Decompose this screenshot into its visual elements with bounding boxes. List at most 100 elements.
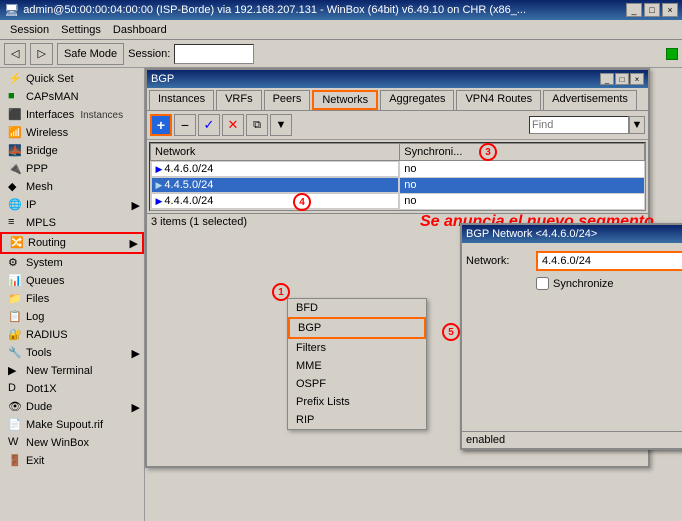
log-icon: 📋	[8, 310, 22, 324]
content-area: BGP _ □ × Instances VRFs Peers Networks …	[145, 68, 682, 521]
tab-vrfs[interactable]: VRFs	[216, 90, 262, 110]
sidebar-item-capsman[interactable]: ■ CAPsMAN	[0, 88, 144, 106]
close-button[interactable]: ×	[662, 3, 678, 17]
dialog-status: enabled	[462, 431, 682, 448]
remove-network-button[interactable]: −	[174, 114, 196, 136]
sidebar-item-ip[interactable]: 🌐 IP ▶	[0, 196, 144, 214]
dialog-body: Network: Synchronize OK Cancel Apply Dis…	[462, 243, 682, 431]
session-label: Session:	[128, 48, 170, 60]
sidebar-item-make-supout[interactable]: 📄 Make Supout.rif	[0, 416, 144, 434]
apply-button[interactable]: ✓	[198, 114, 220, 136]
sidebar-item-bridge[interactable]: 🌉 Bridge	[0, 142, 144, 160]
cancel-button[interactable]: ✕	[222, 114, 244, 136]
table-row[interactable]: ▶4.4.5.0/24 no	[151, 177, 645, 193]
main-layout: ⚡ Quick Set ■ CAPsMAN ⬛ Interfaces Insta…	[0, 68, 682, 521]
find-input[interactable]	[529, 116, 629, 134]
exit-icon: 🚪	[8, 454, 22, 468]
sidebar-item-log[interactable]: 📋 Log	[0, 308, 144, 326]
submenu-filters[interactable]: Filters	[288, 339, 426, 357]
bgp-window-controls: _ □ ×	[600, 73, 644, 85]
annotation-4: 4	[293, 193, 311, 211]
window-title: admin@50:00:00:04:00:00 (ISP-Borde) via …	[23, 4, 526, 16]
synchronize-checkbox[interactable]	[536, 277, 549, 290]
tab-vpn4-routes[interactable]: VPN4 Routes	[456, 90, 541, 110]
annotation-3: 3	[479, 143, 497, 161]
sidebar-item-queues[interactable]: 📊 Queues	[0, 272, 144, 290]
sidebar-item-dot1x[interactable]: D Dot1X	[0, 380, 144, 398]
terminal-icon: ▶	[8, 364, 22, 378]
sidebar-item-interfaces[interactable]: ⬛ Interfaces Instances	[0, 106, 144, 124]
menu-dashboard[interactable]: Dashboard	[107, 22, 173, 38]
bridge-icon: 🌉	[8, 144, 22, 158]
copy-button[interactable]: ⧉	[246, 114, 268, 136]
table-row[interactable]: ▶4.4.6.0/24 no	[151, 161, 645, 178]
filter-button[interactable]: ▼	[270, 114, 292, 136]
sidebar-item-tools[interactable]: 🔧 Tools ▶	[0, 344, 144, 362]
bgp-maximize[interactable]: □	[615, 73, 629, 85]
network-cell: ▶4.4.6.0/24	[151, 161, 400, 177]
bgp-table: Network Synchroni... ▶4.4.6.0/24 no ▶4.4…	[150, 143, 645, 210]
sidebar-item-quick-set[interactable]: ⚡ Quick Set	[0, 70, 144, 88]
supout-icon: 📄	[8, 418, 22, 432]
tab-advertisements[interactable]: Advertisements	[543, 90, 637, 110]
tab-aggregates[interactable]: Aggregates	[380, 90, 454, 110]
sidebar-item-new-winbox[interactable]: W New WinBox	[0, 434, 144, 452]
routing-arrow: ▶	[130, 237, 138, 250]
sidebar-item-routing[interactable]: 🔀 Routing ▶	[0, 232, 144, 254]
network-label: Network:	[466, 255, 536, 267]
col-sync[interactable]: Synchroni...	[400, 144, 645, 161]
table-row[interactable]: ▶4.4.4.0/24 no	[151, 193, 645, 209]
session-input[interactable]	[174, 44, 254, 64]
interfaces-icon: ⬛	[8, 108, 22, 122]
submenu-ospf[interactable]: OSPF	[288, 375, 426, 393]
title-bar-controls: _ □ ×	[626, 3, 678, 17]
tab-instances[interactable]: Instances	[149, 90, 214, 110]
sidebar-item-dude[interactable]: 👁 Dude ▶	[0, 398, 144, 416]
submenu-bfd[interactable]: BFD	[288, 299, 426, 317]
minimize-button[interactable]: _	[626, 3, 642, 17]
add-network-button[interactable]: +	[150, 114, 172, 136]
ppp-icon: 🔌	[8, 162, 22, 176]
sidebar-item-files[interactable]: 📁 Files	[0, 290, 144, 308]
submenu-prefix-lists[interactable]: Prefix Lists	[288, 393, 426, 411]
maximize-button[interactable]: □	[644, 3, 660, 17]
safe-mode-button[interactable]: Safe Mode	[57, 43, 124, 65]
submenu-rip[interactable]: RIP	[288, 411, 426, 429]
sidebar-item-exit[interactable]: 🚪 Exit	[0, 452, 144, 470]
dude-icon: 👁	[8, 400, 22, 414]
menu-session[interactable]: Session	[4, 22, 55, 38]
dialog-title-text: BGP Network <4.4.6.0/24>	[466, 228, 597, 240]
dialog-form: Network: Synchronize	[466, 251, 682, 423]
network-input[interactable]	[536, 251, 682, 271]
sidebar-item-system[interactable]: ⚙ System	[0, 254, 144, 272]
bgp-window-title: BGP	[151, 73, 174, 85]
quick-set-icon: ⚡	[8, 72, 22, 86]
tab-peers[interactable]: Peers	[264, 90, 311, 110]
bgp-find-area: ▼	[529, 116, 645, 134]
bgp-minimize[interactable]: _	[600, 73, 614, 85]
sidebar-item-mesh[interactable]: ◆ Mesh	[0, 178, 144, 196]
title-bar-title: 🖥 admin@50:00:00:04:00:00 (ISP-Borde) vi…	[4, 3, 526, 17]
bgp-network-dialog: BGP Network <4.4.6.0/24> _ □ × Network:	[460, 223, 682, 450]
menu-settings[interactable]: Settings	[55, 22, 107, 38]
mpls-icon: ≡	[8, 216, 22, 230]
sidebar-item-mpls[interactable]: ≡ MPLS	[0, 214, 144, 232]
col-network[interactable]: Network	[151, 144, 400, 161]
submenu-bgp[interactable]: BGP	[288, 317, 426, 339]
sidebar: ⚡ Quick Set ■ CAPsMAN ⬛ Interfaces Insta…	[0, 68, 145, 521]
bgp-close[interactable]: ×	[630, 73, 644, 85]
sync-cell: no	[400, 193, 645, 209]
dot1x-icon: D	[8, 382, 22, 396]
sidebar-item-ppp[interactable]: 🔌 PPP	[0, 160, 144, 178]
tab-networks[interactable]: Networks	[312, 90, 378, 110]
find-dropdown[interactable]: ▼	[629, 116, 645, 134]
ip-icon: 🌐	[8, 198, 22, 212]
forward-button[interactable]: ▷	[30, 43, 52, 65]
instances-badge: Instances	[80, 110, 123, 121]
sidebar-item-new-terminal[interactable]: ▶ New Terminal	[0, 362, 144, 380]
sync-row: Synchronize	[536, 277, 682, 290]
sidebar-item-wireless[interactable]: 📶 Wireless	[0, 124, 144, 142]
submenu-mme[interactable]: MME	[288, 357, 426, 375]
back-button[interactable]: ◁	[4, 43, 26, 65]
sidebar-item-radius[interactable]: 🔐 RADIUS	[0, 326, 144, 344]
